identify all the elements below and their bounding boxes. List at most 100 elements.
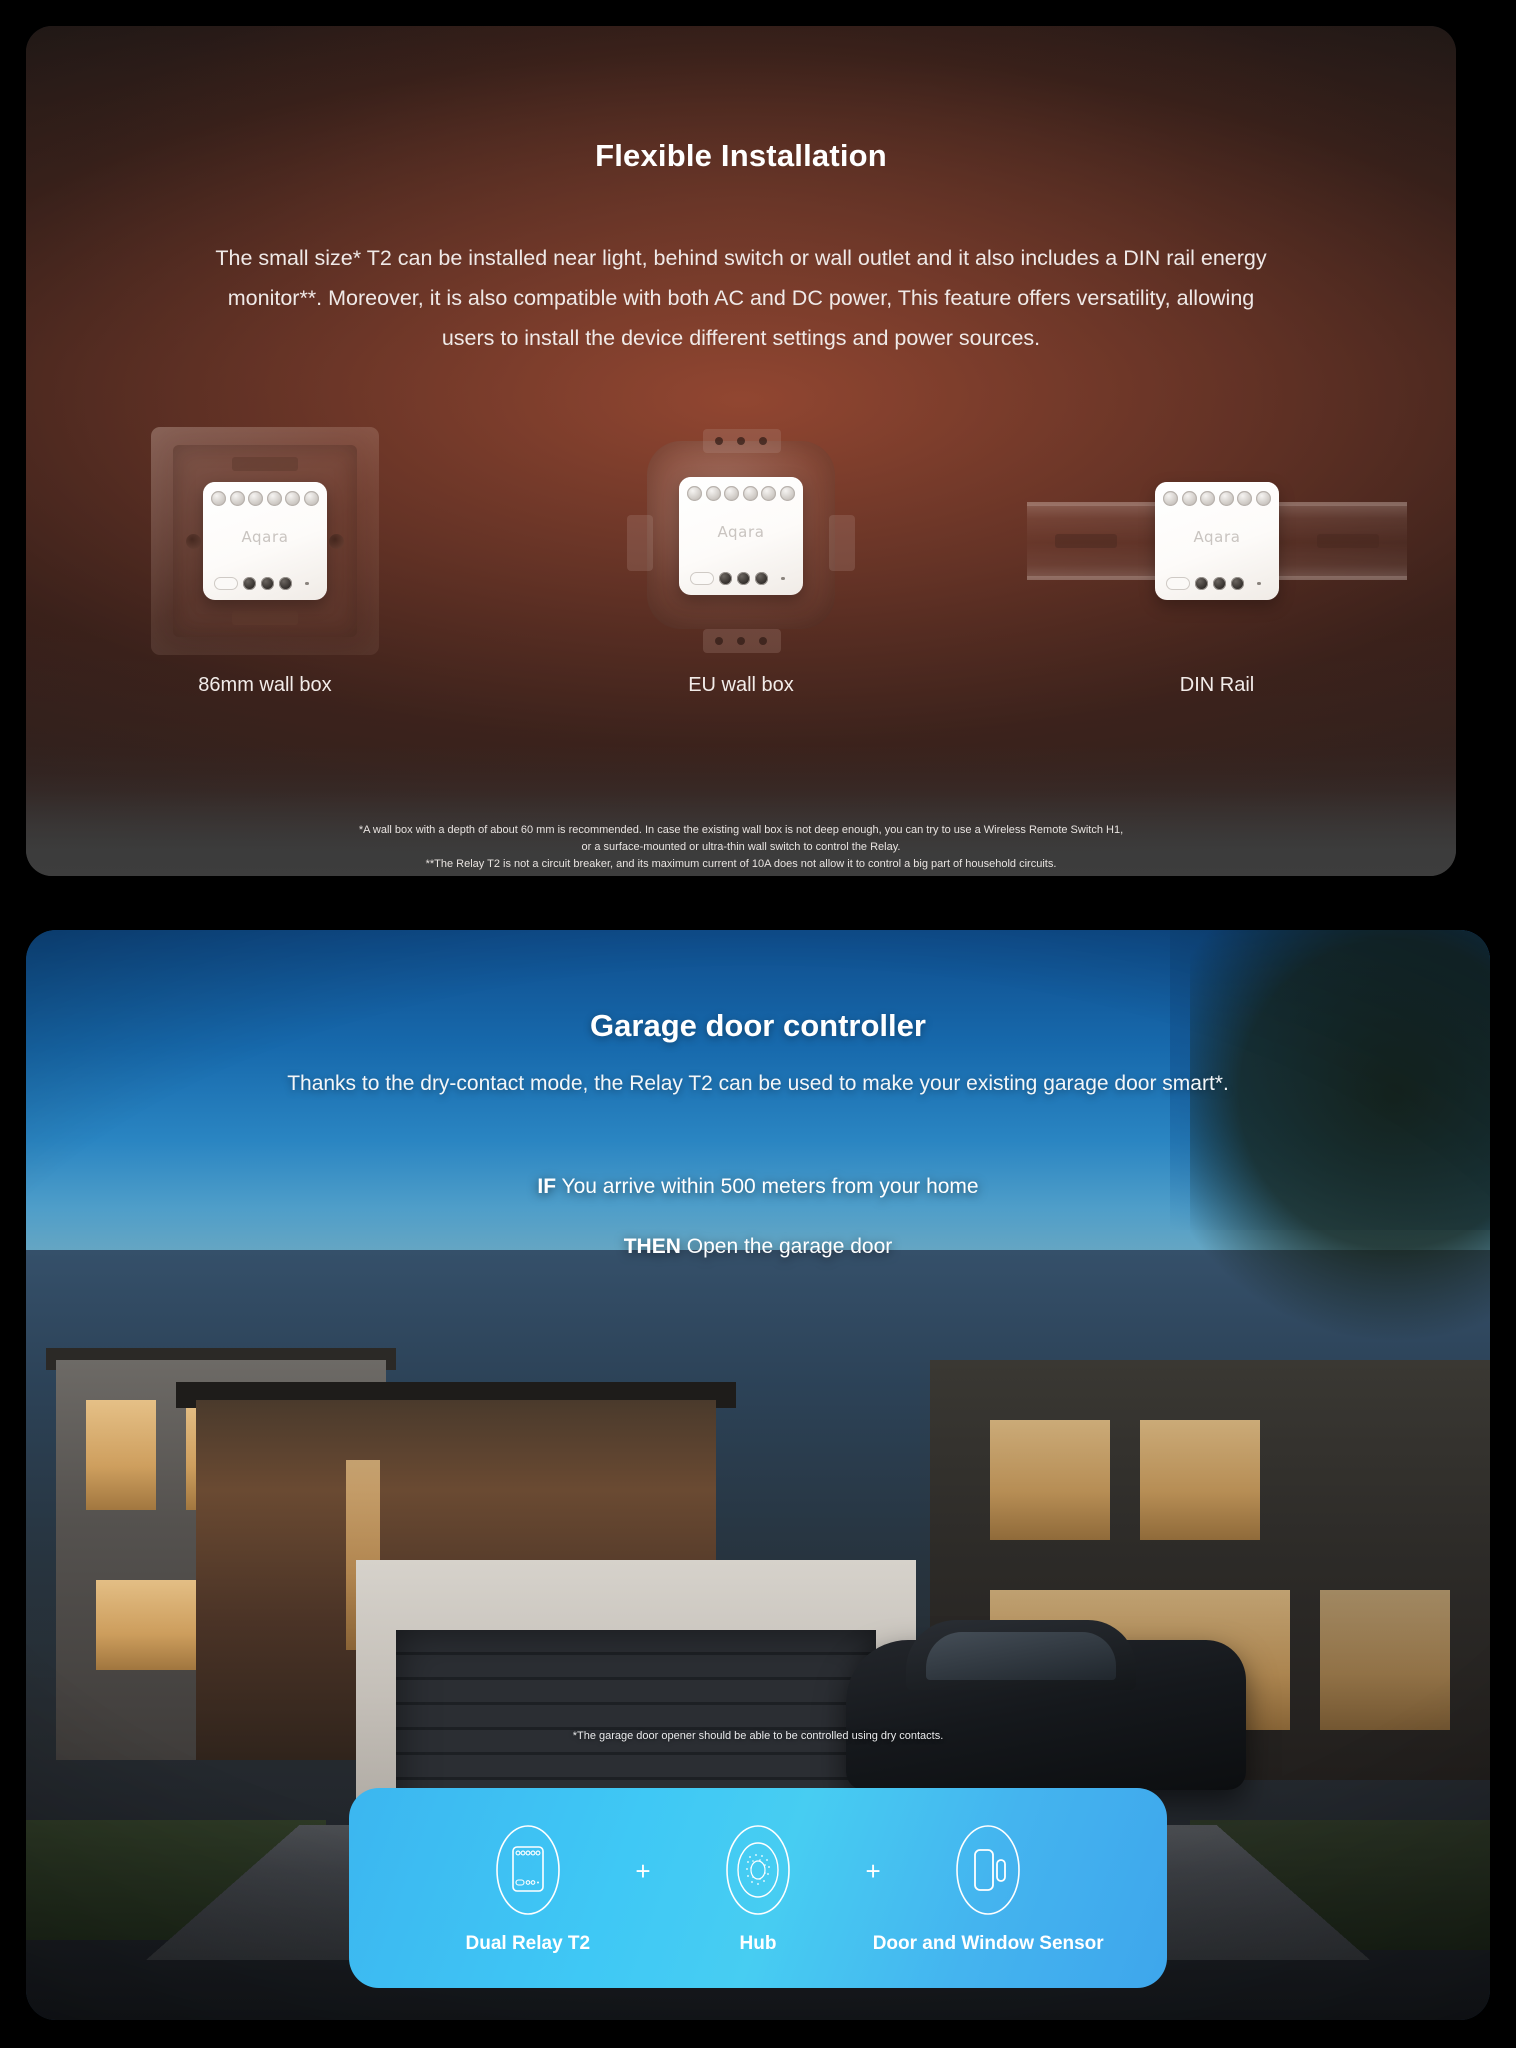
terminal-screw — [248, 491, 264, 506]
eu-clip-left — [627, 515, 653, 571]
din-rail-slot — [1055, 534, 1117, 548]
terminal-screw — [229, 491, 245, 506]
aqara-logo: Aqara — [1193, 528, 1241, 546]
reset-button-icon — [214, 577, 238, 590]
eu-wall-box-icon: Aqara — [619, 419, 863, 663]
terminal-screw — [303, 491, 319, 506]
combo-item-door-window-sensor[interactable]: Door and Window Sensor — [873, 1821, 1104, 1955]
eu-clip-bottom — [703, 629, 781, 653]
section1-paragraph: The small size* T2 can be installed near… — [215, 246, 1267, 350]
pin-hole-icon — [305, 581, 309, 586]
then-keyword: THEN — [623, 1235, 681, 1258]
footnote-line-1: *A wall box with a depth of about 60 mm … — [358, 824, 1124, 836]
led-indicator — [243, 577, 256, 590]
relay-terminals — [687, 486, 795, 501]
page-root: Flexible Installation The small size* T2… — [0, 0, 1516, 2048]
terminal-screw — [1255, 491, 1271, 506]
terminal-screw — [1218, 491, 1234, 506]
eu-clip-hole — [759, 637, 767, 645]
device-labels-row: 86mm wall box EU wall box DIN Rail — [26, 674, 1456, 697]
relay-module-86mm: Aqara — [203, 482, 327, 600]
eu-clip-right — [829, 515, 855, 571]
relay-module-icon — [496, 1825, 560, 1915]
terminal-screw — [742, 486, 758, 501]
automation-then-row: THEN Open the garage door — [26, 1235, 1490, 1259]
section2-subtitle: Thanks to the dry-contact mode, the Rela… — [287, 1072, 1229, 1095]
combo-label-dual-relay: Dual Relay T2 — [465, 1933, 591, 1954]
section2-footnote: *The garage door opener should be able t… — [572, 1730, 944, 1742]
wall-box-tab-bottom — [232, 611, 298, 625]
device-din-rail: Aqara — [979, 411, 1455, 671]
aqara-logo: Aqara — [717, 523, 765, 541]
led-indicator — [1231, 577, 1244, 590]
combo-separator-2: + — [865, 1855, 881, 1886]
terminal-screw — [724, 486, 740, 501]
terminal-screw — [1237, 491, 1253, 506]
terminal-screw — [1163, 491, 1178, 506]
din-rail-icon: Aqara — [1027, 466, 1407, 616]
led-indicator — [737, 572, 750, 585]
section1-footnotes: *A wall box with a depth of about 60 mm … — [151, 822, 1331, 873]
relay-module-eu: Aqara — [679, 477, 803, 595]
combo-label-door-window-sensor: Door and Window Sensor — [872, 1933, 1104, 1954]
reset-button-icon — [690, 572, 714, 585]
terminal-screw — [687, 486, 702, 501]
terminal-screw — [779, 486, 795, 501]
if-keyword: IF — [537, 1175, 557, 1198]
footnote-line-3: **The Relay T2 is not a circuit breaker,… — [425, 858, 1057, 870]
device-label-86mm: 86mm wall box — [198, 674, 332, 696]
combo-label-hub: Hub — [739, 1933, 777, 1954]
eu-clip-top — [703, 429, 781, 453]
reset-button-icon — [1166, 577, 1190, 590]
device-label-eu: EU wall box — [688, 674, 794, 696]
hub-icon — [726, 1825, 790, 1915]
product-combo-card: Dual Relay T2 + Hub + Door and Window Se… — [349, 1788, 1167, 1988]
terminal-screw — [1181, 491, 1197, 506]
then-action-text: Open the garage door — [686, 1235, 893, 1258]
pin-hole-icon — [781, 576, 785, 581]
footnote-line-2: or a surface-mounted or ultra-thin wall … — [581, 841, 901, 853]
relay-terminals — [1163, 491, 1271, 506]
if-condition-text: You arrive within 500 meters from your h… — [561, 1175, 979, 1198]
device-illustration-row: Aqara Aqara Aqara — [26, 411, 1456, 671]
led-indicator — [719, 572, 732, 585]
din-rail-slot — [1317, 534, 1379, 548]
section2-title: Garage door controller — [590, 1008, 926, 1043]
automation-if-row: IF You arrive within 500 meters from you… — [26, 1175, 1490, 1199]
combo-separator-1: + — [635, 1855, 651, 1886]
eu-clip-hole — [737, 437, 745, 445]
wall-box-86mm-icon: Aqara — [151, 427, 379, 655]
combo-item-hub[interactable]: Hub — [651, 1821, 866, 1955]
led-indicator — [1195, 577, 1208, 590]
device-label-din: DIN Rail — [1179, 674, 1255, 696]
eu-clip-hole — [759, 437, 767, 445]
relay-module-din: Aqara — [1155, 482, 1279, 600]
wall-box-tab-top — [232, 457, 298, 471]
device-86mm-wall-box: Aqara — [27, 411, 503, 671]
terminal-screw — [1200, 491, 1216, 506]
combo-item-dual-relay[interactable]: Dual Relay T2 — [420, 1821, 635, 1955]
terminal-screw — [761, 486, 777, 501]
device-eu-wall-box: Aqara — [503, 411, 979, 671]
eu-clip-hole — [715, 637, 723, 645]
flexible-installation-card: Flexible Installation The small size* T2… — [26, 26, 1456, 876]
led-indicator — [755, 572, 768, 585]
terminal-screw — [285, 491, 301, 506]
relay-controls — [690, 572, 792, 585]
relay-controls — [1166, 577, 1268, 590]
page-title: Flexible Installation — [595, 138, 887, 173]
relay-terminals — [211, 491, 319, 506]
wall-box-screw-right — [329, 534, 344, 549]
door-window-sensor-icon — [956, 1825, 1020, 1915]
garage-door-controller-card: Garage door controller Thanks to the dry… — [26, 930, 1490, 2020]
terminal-screw — [266, 491, 282, 506]
eu-clip-hole — [715, 437, 723, 445]
terminal-screw — [211, 491, 226, 506]
led-indicator — [261, 577, 274, 590]
pin-hole-icon — [1257, 581, 1261, 586]
led-indicator — [1213, 577, 1226, 590]
terminal-screw — [705, 486, 721, 501]
aqara-logo: Aqara — [241, 528, 289, 546]
led-indicator — [279, 577, 292, 590]
wall-box-screw-left — [186, 534, 201, 549]
